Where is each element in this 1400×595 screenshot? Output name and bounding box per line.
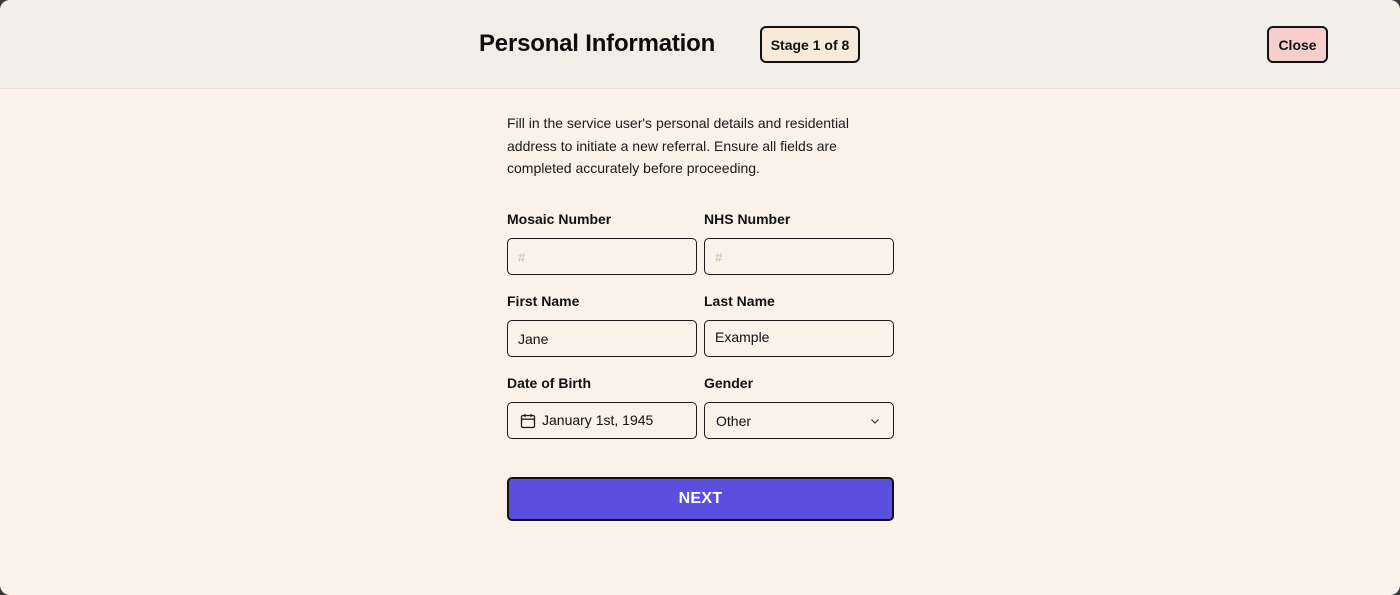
date-of-birth-value: January 1st, 1945 [542,411,654,428]
gender-label: Gender [704,375,754,391]
close-button[interactable]: Close [1267,26,1328,63]
last-name-label: Last Name [704,293,775,309]
next-button[interactable]: NEXT [507,477,894,521]
gender-value: Other [716,412,752,429]
modal-window: Personal Information Stage 1 of 8 Close … [0,0,1400,595]
mosaic-number-input[interactable] [507,238,697,275]
page-title: Personal Information [479,30,716,57]
intro-text: Fill in the service user's personal deta… [507,115,849,176]
nhs-number-label: NHS Number [704,211,791,227]
first-name-label: First Name [507,293,580,309]
last-name-input[interactable] [704,320,894,357]
modal-header: Personal Information Stage 1 of 8 Close [0,0,1400,89]
gender-select[interactable]: Other [704,402,894,439]
date-of-birth-label: Date of Birth [507,375,591,391]
first-name-input[interactable] [507,320,697,357]
calendar-icon [520,413,536,429]
date-of-birth-picker[interactable]: January 1st, 1945 [507,402,697,439]
chevron-down-icon [869,415,881,427]
stage-badge: Stage 1 of 8 [760,26,860,63]
mosaic-number-label: Mosaic Number [507,211,612,227]
nhs-number-input[interactable] [704,238,894,275]
